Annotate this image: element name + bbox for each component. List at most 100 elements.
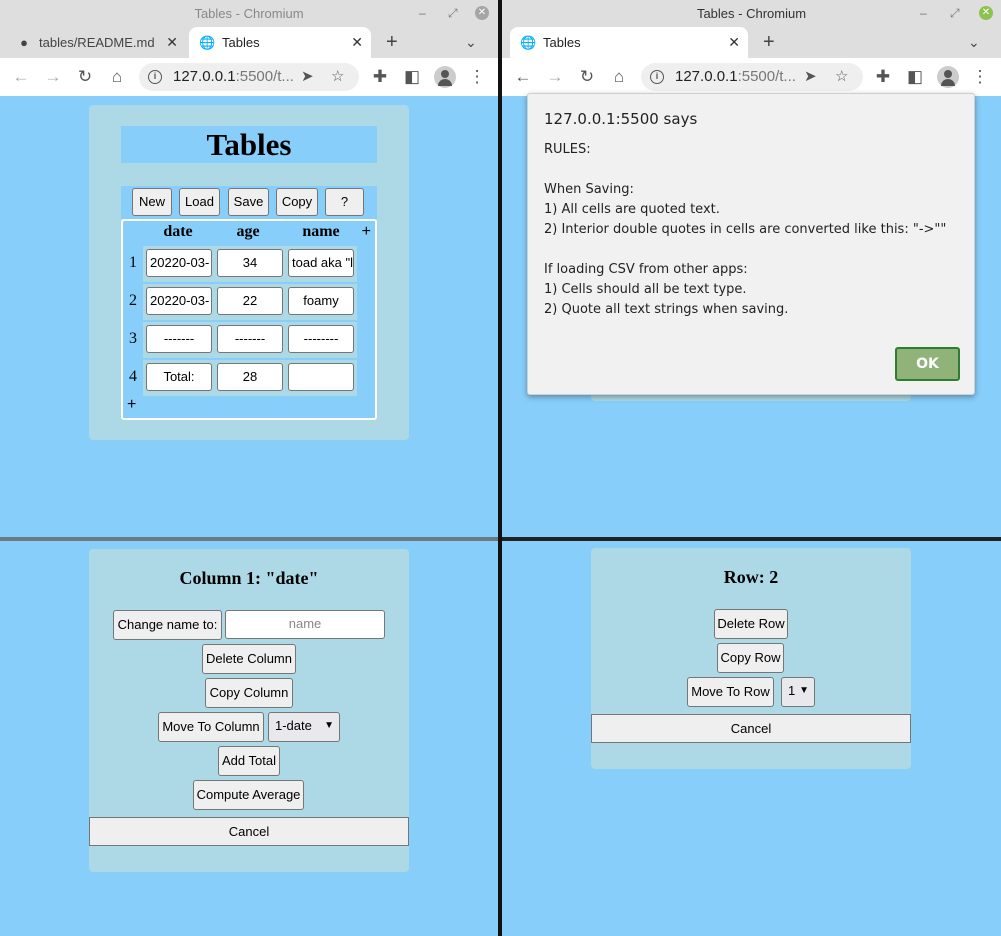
delete-column-button[interactable]: Delete Column [202,644,296,674]
copy-column-button[interactable]: Copy Column [205,678,293,708]
tab-search-icon[interactable]: ⌄ [465,27,477,58]
send-icon[interactable]: ➤ [301,63,314,91]
column-header-date[interactable]: date [145,223,211,241]
table-cell[interactable]: 20220-03- [146,249,212,277]
close-window-icon[interactable]: ✕ [475,6,489,20]
info-icon[interactable]: i [650,70,664,84]
side-panel-icon[interactable]: ◧ [401,66,423,88]
select-value: 1 [788,683,796,698]
maximize-icon[interactable]: ⤢ [950,0,960,27]
help-button[interactable]: ? [325,188,364,216]
close-tab-icon[interactable]: ✕ [351,27,363,58]
back-icon[interactable]: ← [512,66,534,88]
alert-dialog: 127.0.0.1:5500 says RULES: When Saving: … [527,93,975,395]
ok-button[interactable]: OK [895,347,960,381]
delete-row-button[interactable]: Delete Row [714,609,788,639]
info-icon[interactable]: i [148,70,162,84]
reload-icon[interactable]: ↻ [74,66,96,88]
row-panel: Row: 2 Delete Row Copy Row Move To Row 1… [591,548,911,769]
table-cell[interactable]: 34 [217,249,283,277]
extensions-icon[interactable]: ✚ [369,66,391,88]
save-button[interactable]: Save [228,188,269,216]
minimize-icon[interactable]: – [419,0,426,27]
extensions-icon[interactable]: ✚ [872,66,894,88]
maximize-icon[interactable]: ⤢ [448,0,458,27]
compute-average-button[interactable]: Compute Average [193,780,304,810]
tab-label: tables/README.md [39,35,155,50]
dialog-text-line: When Saving: [544,182,634,197]
tab-label: Tables [222,35,260,50]
select-value: 1-date [275,718,312,733]
move-to-row-button[interactable]: Move To Row [687,677,774,707]
profile-icon[interactable] [434,66,456,88]
bookmark-star-icon[interactable]: ☆ [835,63,848,91]
copy-button[interactable]: Copy [276,188,318,216]
row-number[interactable]: 4 [123,368,143,386]
move-column-select[interactable]: 1-date ▼ [268,712,340,742]
page-title: Tables [121,126,377,163]
table-cell[interactable]: 20220-03- [146,287,212,315]
table-cell[interactable]: ------- [146,325,212,353]
bookmark-star-icon[interactable]: ☆ [331,63,344,91]
menu-icon[interactable]: ⋮ [466,66,488,88]
home-icon[interactable]: ⌂ [608,66,630,88]
add-row-button[interactable]: + [127,396,136,414]
profile-icon[interactable] [937,66,959,88]
row-number[interactable]: 2 [123,292,143,310]
address-bar[interactable]: i 127.0.0.1:5500/t... ➤ ☆ [641,63,863,91]
new-tab-icon[interactable]: + [763,27,775,58]
address-bar[interactable]: i 127.0.0.1:5500/t... ➤ ☆ [139,63,359,91]
home-icon[interactable]: ⌂ [106,66,128,88]
load-button[interactable]: Load [179,188,220,216]
browser-chrome: Tables - Chromium – ⤢ ✕ 🌐 Tables ✕ + ⌄ ←… [502,0,1001,96]
table-cell[interactable]: toad aka "l [288,249,354,277]
menu-icon[interactable]: ⋮ [969,66,991,88]
table-cell[interactable]: Total: [146,363,212,391]
close-tab-icon[interactable]: ✕ [166,27,178,58]
reload-icon[interactable]: ↻ [576,66,598,88]
table-cell[interactable]: foamy [288,287,354,315]
forward-icon[interactable]: → [544,66,566,88]
row-number[interactable]: 3 [123,330,143,348]
move-to-column-button[interactable]: Move To Column [158,712,264,742]
send-icon[interactable]: ➤ [804,63,817,91]
add-total-button[interactable]: Add Total [218,746,280,776]
column-panel: Column 1: "date" Change name to: name De… [89,549,409,872]
add-column-button[interactable]: + [362,223,371,241]
new-tab-icon[interactable]: + [386,27,398,58]
row-number[interactable]: 1 [123,254,143,272]
horizontal-divider [502,537,1001,541]
column-header-age[interactable]: age [215,223,281,241]
table-cell[interactable] [288,363,354,391]
table-cell[interactable]: 28 [217,363,283,391]
url-text: 127.0.0.1:5500/t... [675,68,796,85]
move-row-select[interactable]: 1 ▼ [781,677,815,707]
back-icon[interactable]: ← [10,66,32,88]
table-cell[interactable]: 22 [217,287,283,315]
chevron-down-icon: ▼ [324,720,334,731]
forward-icon[interactable]: → [42,66,64,88]
close-tab-icon[interactable]: ✕ [728,27,740,58]
cancel-button[interactable]: Cancel [591,714,911,743]
tab-tables[interactable]: 🌐 Tables ✕ [510,27,748,58]
copy-row-button[interactable]: Copy Row [717,643,784,673]
new-button[interactable]: New [132,188,172,216]
name-input[interactable]: name [225,610,385,639]
close-window-icon[interactable]: ✕ [979,6,993,20]
url-text: 127.0.0.1:5500/t... [173,68,294,85]
right-browser-window: Tables - Chromium – ⤢ ✕ 🌐 Tables ✕ + ⌄ ←… [502,0,1001,537]
tab-search-icon[interactable]: ⌄ [968,27,980,58]
tab-readme[interactable]: ● tables/README.md ✕ [6,27,186,58]
side-panel-icon[interactable]: ◧ [904,66,926,88]
dialog-text-line: If loading CSV from other apps: [544,262,748,277]
column-header-name[interactable]: name [285,223,357,241]
tables-app: Tables New Load Save Copy ? date age nam… [89,105,409,440]
table-cell[interactable]: -------- [288,325,354,353]
tab-strip: 🌐 Tables ✕ + ⌄ [502,27,1001,58]
minimize-icon[interactable]: – [920,0,927,27]
tab-tables[interactable]: 🌐 Tables ✕ [189,27,371,58]
table-cell[interactable]: ------- [217,325,283,353]
change-name-button[interactable]: Change name to: [113,610,222,640]
cancel-button[interactable]: Cancel [89,817,409,846]
row-pane: Row: 2 Delete Row Copy Row Move To Row 1… [502,541,1001,936]
